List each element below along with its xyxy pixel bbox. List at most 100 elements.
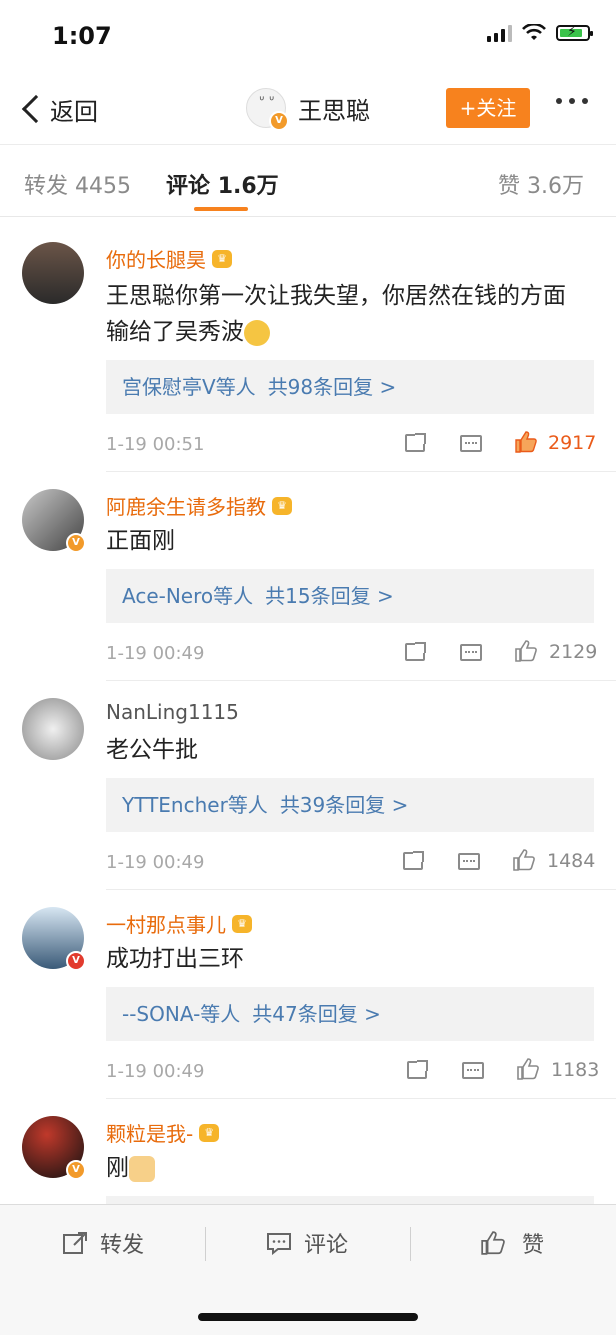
bottom-action-bar: 转发 评论 赞 xyxy=(0,1204,616,1335)
status-icons: ⚡ xyxy=(487,24,593,42)
comment-time: 1-19 00:49 xyxy=(106,1061,205,1082)
back-button[interactable]: 返回 xyxy=(18,92,98,126)
comment-item: V 阿鹿余生请多指教 ♛ 正面刚 Ace-Nero等人 共15条回复 > 1-19… xyxy=(0,473,616,682)
comment-text-content: 王思聪你第一次让我失望，你居然在钱的方面输给了吴秀波 xyxy=(106,283,566,345)
avatar[interactable] xyxy=(22,242,84,304)
comment-author[interactable]: 阿鹿余生请多指教 ♛ xyxy=(106,491,292,520)
avatar[interactable]: V xyxy=(22,489,86,553)
comment-icon[interactable] xyxy=(462,1062,484,1079)
tab-label: 赞 xyxy=(498,174,521,199)
header-divider xyxy=(0,144,616,145)
crown-icon: ♛ xyxy=(272,496,292,515)
verified-badge-icon: V xyxy=(66,1160,86,1180)
comment-divider xyxy=(106,889,616,890)
reply-user: YTTEncher xyxy=(122,793,228,817)
reply-count: 共47条回复 > xyxy=(252,1002,381,1026)
active-tab-indicator xyxy=(194,207,248,211)
comment-icon[interactable] xyxy=(460,435,482,452)
reply-preview[interactable] xyxy=(106,1196,594,1204)
share-icon[interactable] xyxy=(405,433,426,452)
like-count: 1484 xyxy=(547,850,596,872)
comment-item: V 颗粒是我- ♛ 刚 xyxy=(0,1100,616,1204)
comment-item: 你的长腿昊 ♛ 王思聪你第一次让我失望，你居然在钱的方面输给了吴秀波 宫保慰亭V… xyxy=(0,218,616,473)
profile-header[interactable]: ᐡ ᐡ V 王思聪 xyxy=(246,88,370,131)
tab-count: 3.6万 xyxy=(527,174,585,199)
comment-icon[interactable] xyxy=(460,644,482,661)
cellular-signal-icon xyxy=(487,24,512,42)
avatar[interactable]: V xyxy=(22,1116,86,1180)
comment-icon[interactable] xyxy=(458,853,480,870)
comment-icon xyxy=(267,1233,291,1255)
avatar[interactable]: V xyxy=(22,907,86,971)
more-options-icon[interactable] xyxy=(556,98,588,104)
like-count: 2917 xyxy=(548,432,597,454)
tab-likes[interactable]: 赞 3.6万 xyxy=(498,168,584,200)
repost-label: 转发 xyxy=(100,1233,145,1258)
comment-author[interactable]: 你的长腿昊 ♛ xyxy=(106,244,232,273)
crown-icon: ♛ xyxy=(212,249,232,268)
share-icon[interactable] xyxy=(407,1060,428,1079)
tab-repost[interactable]: 转发 4455 xyxy=(24,168,131,200)
profile-name: 王思聪 xyxy=(298,96,370,125)
tabs-divider xyxy=(0,216,616,217)
tab-comments[interactable]: 评论 1.6万 xyxy=(166,168,279,200)
comment-author[interactable]: 一村那点事儿 ♛ xyxy=(106,909,252,938)
crown-icon: ♛ xyxy=(232,914,252,933)
reply-count: 共98条回复 > xyxy=(267,375,397,399)
reply-user: Ace-Nero xyxy=(122,584,214,608)
doge-emoji-icon xyxy=(244,319,270,346)
wifi-icon xyxy=(522,24,546,40)
repost-button[interactable]: 转发 xyxy=(62,1227,144,1259)
verified-badge-icon: V xyxy=(269,111,289,131)
reply-user: 宫保慰亭V xyxy=(122,375,216,399)
like-count: 1183 xyxy=(551,1059,600,1081)
avatar[interactable] xyxy=(22,698,84,760)
comment-text-content: 刚 xyxy=(106,1155,129,1181)
bottom-separator xyxy=(205,1227,206,1261)
reply-preview[interactable]: 宫保慰亭V等人 共98条回复 > xyxy=(106,360,594,414)
comment-text: 老公牛批 xyxy=(106,737,198,763)
share-icon xyxy=(63,1232,87,1254)
comment-item: V 一村那点事儿 ♛ 成功打出三环 --SONA-等人 共47条回复 > 1-19… xyxy=(0,891,616,1100)
crown-icon: ♛ xyxy=(199,1123,220,1142)
comment-button[interactable]: 评论 xyxy=(266,1227,348,1259)
chevron-left-icon xyxy=(21,94,51,124)
share-icon[interactable] xyxy=(405,642,426,661)
comment-text: 成功打出三环 xyxy=(106,946,244,972)
thumbs-up-icon[interactable] xyxy=(516,1057,540,1081)
reply-preview[interactable]: Ace-Nero等人 共15条回复 > xyxy=(106,569,594,623)
verified-badge-icon: V xyxy=(66,533,86,553)
reply-user: --SONA- xyxy=(122,1002,201,1026)
comment-divider xyxy=(106,680,616,681)
tab-count: 4455 xyxy=(75,174,132,199)
share-icon[interactable] xyxy=(403,851,424,870)
reply-etc: 等人 xyxy=(200,1002,241,1026)
reply-count: 共39条回复 > xyxy=(279,793,409,817)
like-count: 2129 xyxy=(549,641,598,663)
home-indicator xyxy=(198,1313,418,1321)
tab-label: 转发 xyxy=(24,174,69,199)
thumbs-up-icon[interactable] xyxy=(514,430,538,454)
verified-badge-icon: V xyxy=(66,951,86,971)
comment-author[interactable]: 颗粒是我- ♛ xyxy=(106,1118,220,1147)
comment-author-name: 一村那点事儿 xyxy=(106,913,226,937)
reply-etc: 等人 xyxy=(215,375,256,399)
reply-preview[interactable]: --SONA-等人 共47条回复 > xyxy=(106,987,594,1041)
comment-author-name: 颗粒是我- xyxy=(106,1122,194,1146)
bottom-separator xyxy=(410,1227,411,1261)
reply-etc: 等人 xyxy=(213,584,254,608)
tab-count: 1.6万 xyxy=(217,174,279,199)
comment-item: NanLing1115 老公牛批 YTTEncher等人 共39条回复 > 1-1… xyxy=(0,682,616,891)
thumbs-up-icon[interactable] xyxy=(512,848,536,872)
avatar: ᐡ ᐡ V xyxy=(246,88,289,131)
status-time: 1:07 xyxy=(52,22,112,50)
like-button[interactable]: 赞 xyxy=(480,1227,544,1259)
comment-author-name: 阿鹿余生请多指教 xyxy=(106,495,266,519)
comment-label: 评论 xyxy=(304,1233,349,1258)
comment-time: 1-19 00:49 xyxy=(106,852,205,873)
thumbs-up-icon[interactable] xyxy=(514,639,538,663)
follow-button[interactable]: +关注 xyxy=(446,88,530,128)
reply-preview[interactable]: YTTEncher等人 共39条回复 > xyxy=(106,778,594,832)
comment-text: 王思聪你第一次让我失望，你居然在钱的方面输给了吴秀波 xyxy=(106,278,576,350)
comment-author[interactable]: NanLing1115 xyxy=(106,700,239,724)
